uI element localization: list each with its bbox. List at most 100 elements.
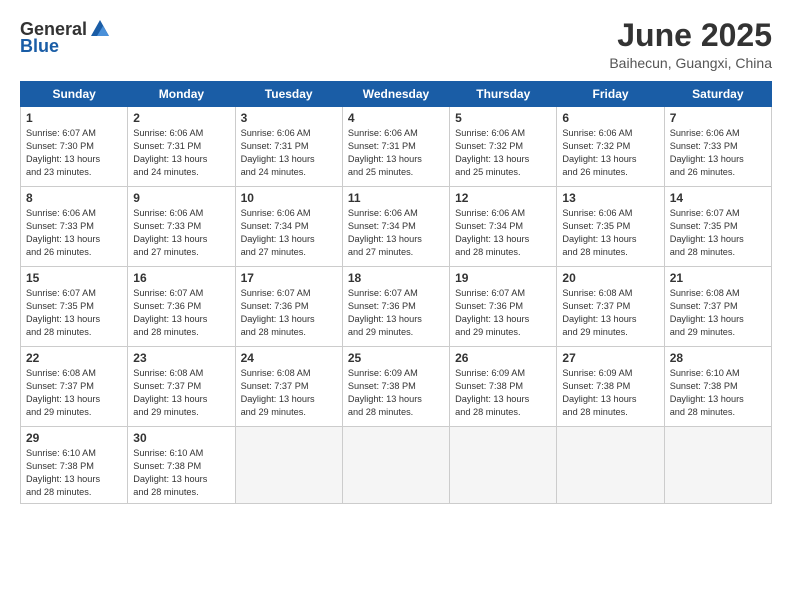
day-number: 12 bbox=[455, 191, 551, 205]
day-number: 22 bbox=[26, 351, 122, 365]
day-number: 25 bbox=[348, 351, 444, 365]
day-number: 1 bbox=[26, 111, 122, 125]
table-row: 21Sunrise: 6:08 AMSunset: 7:37 PMDayligh… bbox=[664, 267, 771, 347]
col-wednesday: Wednesday bbox=[342, 82, 449, 107]
table-row: 24Sunrise: 6:08 AMSunset: 7:37 PMDayligh… bbox=[235, 347, 342, 427]
cell-info: Sunrise: 6:07 AMSunset: 7:36 PMDaylight:… bbox=[348, 287, 444, 339]
table-row: 23Sunrise: 6:08 AMSunset: 7:37 PMDayligh… bbox=[128, 347, 235, 427]
table-row: 9 Sunrise: 6:06 AMSunset: 7:33 PMDaylight… bbox=[128, 187, 235, 267]
page-header: General Blue June 2025 Baihecun, Guangxi… bbox=[20, 18, 772, 71]
table-row: 30Sunrise: 6:10 AMSunset: 7:38 PMDayligh… bbox=[128, 427, 235, 504]
day-number: 13 bbox=[562, 191, 658, 205]
day-number: 26 bbox=[455, 351, 551, 365]
table-row: 19 Sunrise: 6:07 AMSunset: 7:36 PMDayligh… bbox=[450, 267, 557, 347]
day-number: 8 bbox=[26, 191, 122, 205]
table-row: 7 Sunrise: 6:06 AMSunset: 7:33 PMDaylight… bbox=[664, 107, 771, 187]
day-number: 2 bbox=[133, 111, 229, 125]
cell-info: Sunrise: 6:09 AMSunset: 7:38 PMDaylight:… bbox=[455, 367, 551, 419]
calendar: Sunday Monday Tuesday Wednesday Thursday… bbox=[20, 81, 772, 504]
day-number: 10 bbox=[241, 191, 337, 205]
col-monday: Monday bbox=[128, 82, 235, 107]
calendar-week-row: 22 Sunrise: 6:08 AMSunset: 7:37 PMDayligh… bbox=[21, 347, 772, 427]
table-row: 15 Sunrise: 6:07 AMSunset: 7:35 PMDayligh… bbox=[21, 267, 128, 347]
cell-info: Sunrise: 6:07 AMSunset: 7:30 PMDaylight:… bbox=[26, 127, 122, 179]
col-tuesday: Tuesday bbox=[235, 82, 342, 107]
table-row bbox=[342, 427, 449, 504]
day-number: 21 bbox=[670, 271, 766, 285]
cell-info: Sunrise: 6:06 AMSunset: 7:33 PMDaylight:… bbox=[26, 207, 122, 259]
table-row: 6 Sunrise: 6:06 AMSunset: 7:32 PMDaylight… bbox=[557, 107, 664, 187]
cell-info: Sunrise: 6:06 AMSunset: 7:33 PMDaylight:… bbox=[670, 127, 766, 179]
table-row: 25 Sunrise: 6:09 AMSunset: 7:38 PMDayligh… bbox=[342, 347, 449, 427]
day-number: 11 bbox=[348, 191, 444, 205]
table-row: 18Sunrise: 6:07 AMSunset: 7:36 PMDayligh… bbox=[342, 267, 449, 347]
calendar-week-row: 29 Sunrise: 6:10 AMSunset: 7:38 PMDayligh… bbox=[21, 427, 772, 504]
cell-info: Sunrise: 6:06 AMSunset: 7:32 PMDaylight:… bbox=[562, 127, 658, 179]
cell-info: Sunrise: 6:07 AMSunset: 7:35 PMDaylight:… bbox=[26, 287, 122, 339]
day-number: 9 bbox=[133, 191, 229, 205]
table-row bbox=[450, 427, 557, 504]
table-row: 20 Sunrise: 6:08 AMSunset: 7:37 PMDayligh… bbox=[557, 267, 664, 347]
cell-info: Sunrise: 6:10 AMSunset: 7:38 PMDaylight:… bbox=[26, 447, 122, 499]
table-row: 1 Sunrise: 6:07 AMSunset: 7:30 PMDaylight… bbox=[21, 107, 128, 187]
day-number: 6 bbox=[562, 111, 658, 125]
calendar-week-row: 15 Sunrise: 6:07 AMSunset: 7:35 PMDayligh… bbox=[21, 267, 772, 347]
table-row: 14Sunrise: 6:07 AMSunset: 7:35 PMDayligh… bbox=[664, 187, 771, 267]
cell-info: Sunrise: 6:06 AMSunset: 7:32 PMDaylight:… bbox=[455, 127, 551, 179]
table-row: 17 Sunrise: 6:07 AMSunset: 7:36 PMDayligh… bbox=[235, 267, 342, 347]
day-number: 29 bbox=[26, 431, 122, 445]
table-row: 4 Sunrise: 6:06 AMSunset: 7:31 PMDaylight… bbox=[342, 107, 449, 187]
table-row bbox=[557, 427, 664, 504]
logo: General Blue bbox=[20, 18, 111, 57]
day-number: 23 bbox=[133, 351, 229, 365]
cell-info: Sunrise: 6:06 AMSunset: 7:33 PMDaylight:… bbox=[133, 207, 229, 259]
logo-icon bbox=[89, 18, 111, 40]
day-number: 20 bbox=[562, 271, 658, 285]
title-area: June 2025 Baihecun, Guangxi, China bbox=[609, 18, 772, 71]
location: Baihecun, Guangxi, China bbox=[609, 55, 772, 71]
table-row: 13Sunrise: 6:06 AMSunset: 7:35 PMDayligh… bbox=[557, 187, 664, 267]
cell-info: Sunrise: 6:09 AMSunset: 7:38 PMDaylight:… bbox=[348, 367, 444, 419]
cell-info: Sunrise: 6:07 AMSunset: 7:36 PMDaylight:… bbox=[241, 287, 337, 339]
day-number: 15 bbox=[26, 271, 122, 285]
table-row: 8 Sunrise: 6:06 AMSunset: 7:33 PMDaylight… bbox=[21, 187, 128, 267]
table-row bbox=[664, 427, 771, 504]
table-row: 26 Sunrise: 6:09 AMSunset: 7:38 PMDayligh… bbox=[450, 347, 557, 427]
cell-info: Sunrise: 6:07 AMSunset: 7:36 PMDaylight:… bbox=[455, 287, 551, 339]
table-row: 11 Sunrise: 6:06 AMSunset: 7:34 PMDayligh… bbox=[342, 187, 449, 267]
cell-info: Sunrise: 6:06 AMSunset: 7:34 PMDaylight:… bbox=[455, 207, 551, 259]
table-row: 22 Sunrise: 6:08 AMSunset: 7:37 PMDayligh… bbox=[21, 347, 128, 427]
table-row bbox=[235, 427, 342, 504]
cell-info: Sunrise: 6:08 AMSunset: 7:37 PMDaylight:… bbox=[241, 367, 337, 419]
table-row: 29 Sunrise: 6:10 AMSunset: 7:38 PMDayligh… bbox=[21, 427, 128, 504]
day-number: 7 bbox=[670, 111, 766, 125]
day-number: 5 bbox=[455, 111, 551, 125]
calendar-week-row: 1 Sunrise: 6:07 AMSunset: 7:30 PMDaylight… bbox=[21, 107, 772, 187]
cell-info: Sunrise: 6:06 AMSunset: 7:31 PMDaylight:… bbox=[348, 127, 444, 179]
cell-info: Sunrise: 6:07 AMSunset: 7:35 PMDaylight:… bbox=[670, 207, 766, 259]
day-number: 17 bbox=[241, 271, 337, 285]
cell-info: Sunrise: 6:06 AMSunset: 7:34 PMDaylight:… bbox=[241, 207, 337, 259]
cell-info: Sunrise: 6:08 AMSunset: 7:37 PMDaylight:… bbox=[562, 287, 658, 339]
table-row: 10 Sunrise: 6:06 AMSunset: 7:34 PMDayligh… bbox=[235, 187, 342, 267]
table-row: 12 Sunrise: 6:06 AMSunset: 7:34 PMDayligh… bbox=[450, 187, 557, 267]
table-row: 2Sunrise: 6:06 AMSunset: 7:31 PMDaylight… bbox=[128, 107, 235, 187]
table-row: 16Sunrise: 6:07 AMSunset: 7:36 PMDayligh… bbox=[128, 267, 235, 347]
day-number: 27 bbox=[562, 351, 658, 365]
cell-info: Sunrise: 6:06 AMSunset: 7:34 PMDaylight:… bbox=[348, 207, 444, 259]
col-thursday: Thursday bbox=[450, 82, 557, 107]
cell-info: Sunrise: 6:09 AMSunset: 7:38 PMDaylight:… bbox=[562, 367, 658, 419]
day-number: 4 bbox=[348, 111, 444, 125]
cell-info: Sunrise: 6:06 AMSunset: 7:31 PMDaylight:… bbox=[241, 127, 337, 179]
col-saturday: Saturday bbox=[664, 82, 771, 107]
day-number: 3 bbox=[241, 111, 337, 125]
day-number: 30 bbox=[133, 431, 229, 445]
month-title: June 2025 bbox=[609, 18, 772, 53]
day-number: 16 bbox=[133, 271, 229, 285]
col-friday: Friday bbox=[557, 82, 664, 107]
day-number: 28 bbox=[670, 351, 766, 365]
cell-info: Sunrise: 6:08 AMSunset: 7:37 PMDaylight:… bbox=[26, 367, 122, 419]
logo-blue: Blue bbox=[20, 36, 59, 57]
day-number: 19 bbox=[455, 271, 551, 285]
table-row: 3 Sunrise: 6:06 AMSunset: 7:31 PMDaylight… bbox=[235, 107, 342, 187]
